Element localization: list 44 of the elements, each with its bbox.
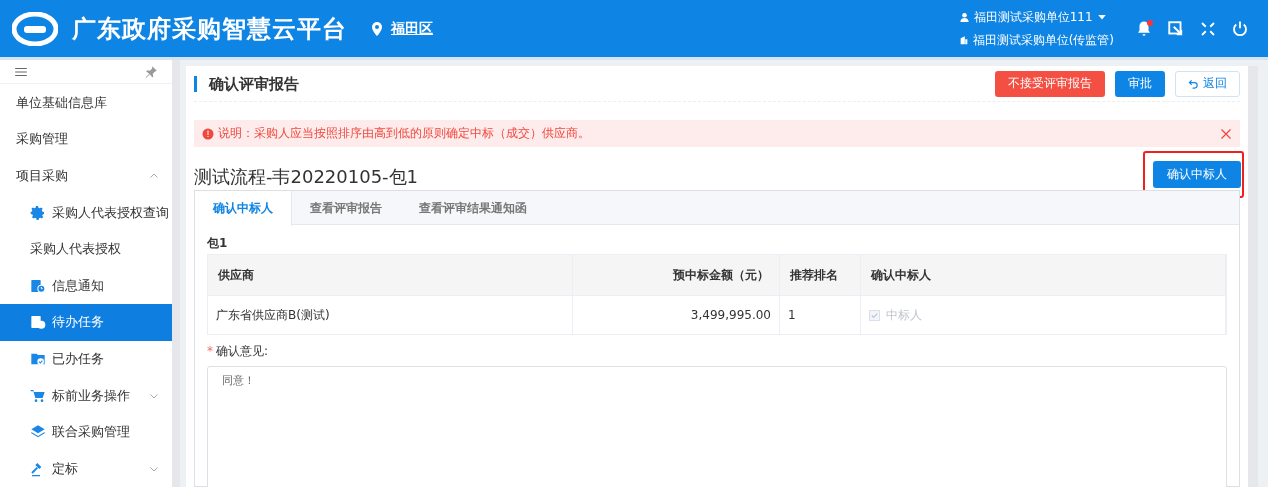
table-cell: 1 (780, 295, 861, 334)
opinion-field[interactable]: 同意！ (207, 366, 1227, 487)
pin-icon (144, 64, 158, 79)
table-cell: 3,499,995.00 (573, 295, 780, 334)
reject-button[interactable]: 不接受评审报告 (995, 70, 1105, 97)
error-icon (202, 127, 214, 140)
undo-icon (1188, 78, 1199, 89)
power-icon[interactable] (1231, 19, 1249, 38)
user-name[interactable]: 福田测试采购单位111 (973, 8, 1093, 26)
checkmark-icon (870, 310, 879, 320)
column-header: 推荐排名 (780, 255, 861, 295)
project-title: 测试流程-韦20220105-包1 (194, 164, 419, 189)
alert-text: 说明：采购人应当按照排序由高到低的原则确定中标（成交）供应商。 (218, 125, 591, 142)
tab[interactable]: 查看评审结果通知函 (401, 191, 546, 226)
scrollbar[interactable] (1248, 66, 1258, 487)
fullscreen-icon[interactable] (1199, 19, 1217, 38)
caret-down-icon (1096, 12, 1107, 22)
organization-name: 福田测试采购单位(传监管) (972, 31, 1114, 49)
close-icon (1220, 127, 1232, 140)
cart-icon (30, 387, 46, 404)
package-label: 包1 (207, 235, 229, 252)
confirm-winner-button[interactable]: 确认中标人 (1153, 161, 1241, 188)
page-title: 确认评审报告 (194, 75, 299, 92)
notification-bell-icon[interactable] (1135, 19, 1153, 38)
opinion-label: * 确认意见: (207, 343, 270, 360)
building-icon (958, 35, 969, 45)
tab[interactable]: 查看评审报告 (292, 191, 401, 226)
table-cell: 广东省供应商B(测试) (208, 295, 573, 334)
app-title: 广东政府采购智慧云平台 (72, 13, 347, 45)
back-button[interactable]: 返回 (1175, 70, 1240, 97)
region-link[interactable]: 福田区 (391, 19, 433, 38)
screen-icon[interactable] (1167, 19, 1185, 38)
document-clock-icon (30, 314, 46, 331)
gear-icon (30, 204, 46, 221)
approve-button[interactable]: 审批 (1115, 70, 1165, 97)
column-header: 预中标金额（元） (573, 255, 780, 295)
document-clock-icon (30, 277, 46, 294)
sidebar-item[interactable]: 待办任务 (0, 304, 172, 341)
tab[interactable]: 确认中标人 (195, 191, 292, 226)
column-header: 供应商 (208, 255, 573, 295)
user-icon (958, 11, 970, 23)
location-pin-icon (371, 21, 383, 36)
column-header: 确认中标人 (861, 255, 1226, 295)
logo-icon (12, 11, 58, 46)
